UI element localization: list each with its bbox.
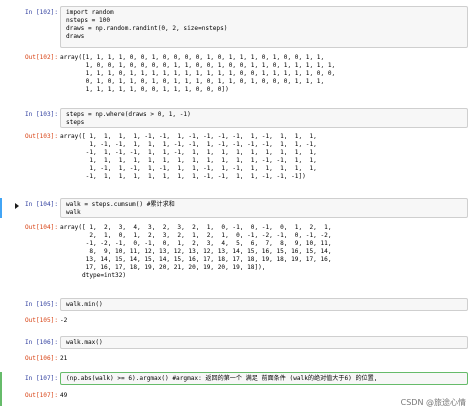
notebook-cell-106[interactable]: In [106]: walk.max() Out[106]: 21 bbox=[0, 336, 474, 368]
output-prompt: Out[105]: bbox=[24, 317, 58, 324]
output-line: array([ 1, 1, 1, 1, -1, -1, 1, -1, -1, -… bbox=[60, 133, 317, 140]
code-input[interactable]: (np.abs(walk) >= 6).argmax() #argmax: 返回… bbox=[60, 372, 468, 385]
output-prompt: Out[103]: bbox=[24, 133, 58, 140]
output-line: -1, 1, -1, -1, 1, 1, -1, 1, 1, 1, 1, 1, … bbox=[60, 149, 317, 156]
watermark-text: CSDN @旅途心情 bbox=[400, 398, 466, 407]
output-line: dtype=int32) bbox=[60, 272, 127, 279]
output-line: 0, 1, 0, 1, 1, 0, 1, 0, 1, 1, 1, 0, 1, 1… bbox=[60, 78, 325, 85]
input-prompt: In [106]: bbox=[24, 339, 58, 346]
output-line: 1, -1, 1, -1, 1, -1, 1, 1, -1, 1, -1, 1,… bbox=[60, 165, 317, 172]
output-line: 13, 14, 15, 14, 15, 14, 15, 16, 17, 18, … bbox=[60, 256, 332, 263]
input-prompt: In [104]: bbox=[24, 201, 58, 208]
output-line: 1, -1, -1, 1, 1, 1, -1, -1, 1, -1, -1, -… bbox=[60, 141, 317, 148]
input-prompt: In [102]: bbox=[24, 9, 58, 16]
notebook-cell-102[interactable]: In [102]: import random nsteps = 100 dra… bbox=[0, 6, 474, 106]
code-line: steps = np.where(draws > 0, 1, -1) bbox=[66, 111, 191, 118]
output-line: 21 bbox=[60, 355, 68, 362]
code-line: nsteps = 100 bbox=[66, 17, 111, 24]
output-line: 1, 1, 1, 1, 1, 0, 0, 1, 1, 1, 0, 0, 0]) bbox=[60, 86, 229, 93]
code-input[interactable]: steps = np.where(draws > 0, 1, -1) steps bbox=[60, 108, 468, 128]
output-line: -1, 1, 1, 1, 1, 1, 1, 1, -1, -1, 1, 1, -… bbox=[60, 173, 306, 180]
code-line: walk bbox=[66, 209, 81, 216]
output-line: array([1, 1, 1, 1, 0, 0, 1, 0, 0, 0, 0, … bbox=[60, 54, 325, 61]
output-prompt: Out[104]: bbox=[24, 224, 58, 231]
code-input[interactable]: import random nsteps = 100 draws = np.ra… bbox=[60, 6, 468, 48]
code-input[interactable]: walk.max() bbox=[60, 336, 468, 349]
output-line: 2, 1, 0, 1, 2, 3, 2, 1, 2, 1, 0, -1, -2,… bbox=[60, 232, 332, 239]
output-line: array([ 1, 2, 3, 4, 3, 2, 3, 2, 1, 0, -1… bbox=[60, 224, 332, 231]
output-prompt: Out[106]: bbox=[24, 355, 58, 362]
input-prompt: In [107]: bbox=[24, 375, 58, 382]
output-line: 17, 16, 17, 18, 19, 20, 21, 20, 19, 20, … bbox=[60, 264, 266, 271]
code-line: (np.abs(walk) >= 6).argmax() #argmax: 返回… bbox=[66, 375, 378, 382]
input-prompt: In [105]: bbox=[24, 301, 58, 308]
code-input[interactable]: walk.min() bbox=[60, 298, 468, 311]
code-line: draws bbox=[66, 33, 85, 40]
notebook-cell-104[interactable]: In [104]: walk = steps.cumsum() #累计求和 wa… bbox=[0, 198, 474, 292]
output-line: 1, 1, 1, 1, 1, 1, 1, 1, 1, 1, 1, 1, -1, … bbox=[60, 157, 317, 164]
code-line: steps bbox=[66, 119, 85, 126]
output-line: 1, 0, 0, 1, 0, 0, 0, 0, 1, 1, 0, 0, 1, 0… bbox=[60, 62, 336, 69]
code-line: walk.min() bbox=[66, 301, 103, 308]
output-prompt: Out[107]: bbox=[24, 392, 58, 399]
notebook-cell-103[interactable]: In [103]: steps = np.where(draws > 0, 1,… bbox=[0, 108, 474, 192]
output-line: 1, 1, 1, 0, 1, 1, 1, 1, 1, 1, 1, 1, 1, 1… bbox=[60, 70, 336, 77]
output-line: 49 bbox=[60, 392, 68, 399]
code-line: walk.max() bbox=[66, 339, 103, 346]
output-line: 8, 9, 10, 11, 12, 13, 12, 13, 12, 13, 14… bbox=[60, 248, 332, 255]
notebook-cell-105[interactable]: In [105]: walk.min() Out[105]: -2 bbox=[0, 298, 474, 332]
output-prompt: Out[102]: bbox=[24, 54, 58, 61]
code-line: import random bbox=[66, 9, 114, 16]
input-prompt: In [103]: bbox=[24, 111, 58, 118]
output-line: -1, -2, -1, 0, -1, 0, 1, 2, 3, 4, 5, 6, … bbox=[60, 240, 332, 247]
output-line: -2 bbox=[60, 317, 68, 324]
code-line: walk = steps.cumsum() #累计求和 bbox=[66, 201, 175, 208]
code-input[interactable]: walk = steps.cumsum() #累计求和 walk bbox=[60, 198, 468, 218]
code-line: draws = np.random.randint(0, 2, size=nst… bbox=[66, 25, 228, 32]
